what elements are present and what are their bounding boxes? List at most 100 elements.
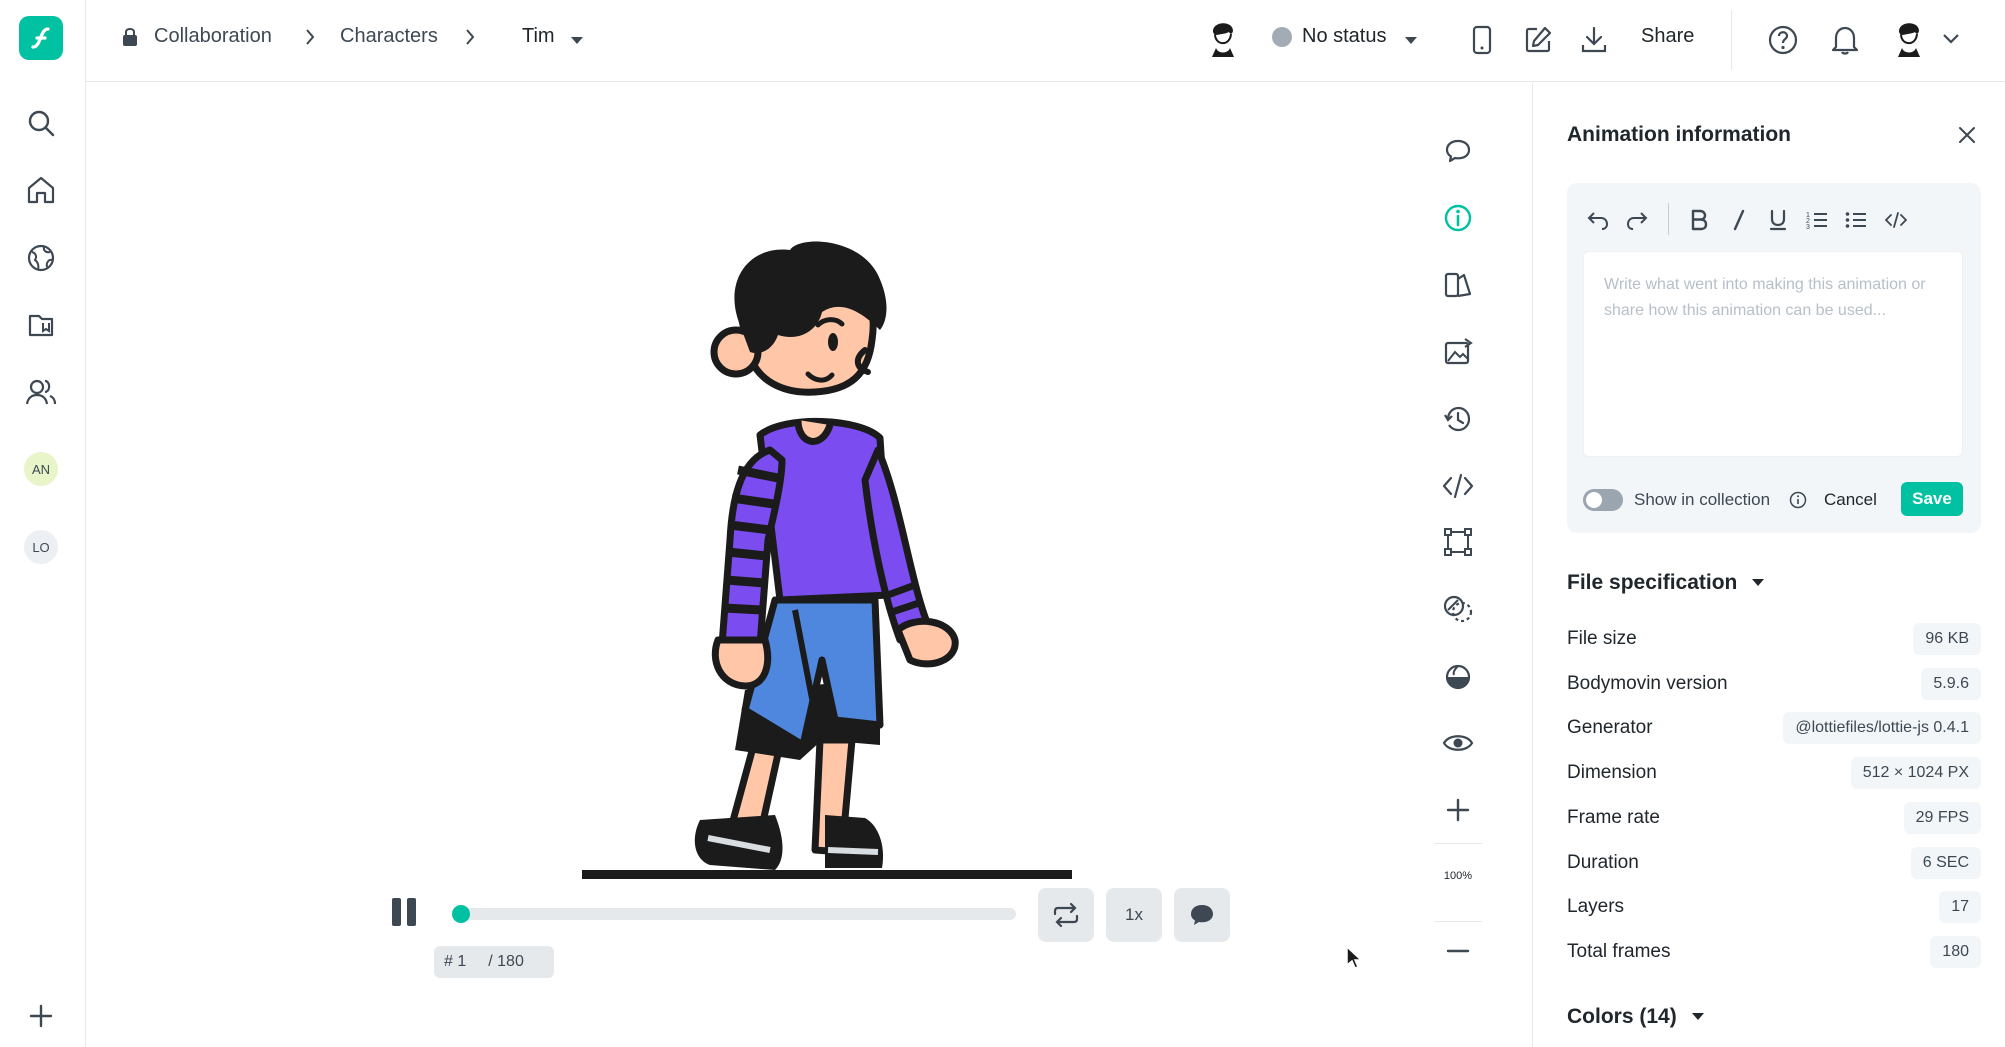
spec-value[interactable]: 5.9.6 <box>1921 667 1981 700</box>
pause-bar <box>407 898 416 926</box>
spec-row: File size 96 KB <box>1567 623 1981 655</box>
underline-icon[interactable] <box>1763 205 1793 235</box>
show-in-collection-label: Show in collection <box>1634 490 1771 509</box>
bold-icon[interactable] <box>1684 205 1714 235</box>
spec-label: File size <box>1567 628 1637 649</box>
svg-text:3: 3 <box>1806 224 1810 230</box>
spec-label: Layers <box>1567 896 1625 918</box>
history-icon[interactable] <box>1430 391 1486 447</box>
character-animation <box>582 241 1072 879</box>
chevron-right-icon <box>464 28 476 51</box>
spec-value[interactable]: 29 FPS <box>1903 801 1981 834</box>
team-icon[interactable] <box>20 371 62 413</box>
show-in-collection-toggle[interactable] <box>1583 489 1623 511</box>
spec-label: Dimension <box>1567 762 1657 784</box>
info-tooltip-icon[interactable] <box>1789 491 1807 514</box>
user-avatar[interactable] <box>1894 18 1924 63</box>
spec-value[interactable]: 512 × 1024 PX <box>1850 757 1981 790</box>
breadcrumb-workspace[interactable]: Collaboration <box>154 25 272 48</box>
spec-row: Generator @lottiefiles/lottie-js 0.4.1 <box>1567 712 1981 745</box>
search-icon[interactable] <box>20 102 62 144</box>
workspace-badge-an[interactable]: AN <box>24 452 58 486</box>
cancel-button[interactable]: Cancel <box>1824 490 1877 510</box>
close-icon[interactable] <box>1953 121 1981 149</box>
notification-bell-icon[interactable] <box>1825 20 1865 60</box>
zoom-in-icon[interactable] <box>1430 782 1486 838</box>
collaborator-avatar[interactable] <box>1208 18 1238 63</box>
frame-counter[interactable]: # 1 / 180 <box>434 946 554 978</box>
file-specification-header[interactable]: File specification <box>1567 571 1765 595</box>
spec-row: Frame rate 29 FPS <box>1567 801 1981 834</box>
spec-value[interactable]: 6 SEC <box>1910 846 1981 879</box>
share-button[interactable]: Share <box>1641 25 1694 48</box>
workspace-badge-lo[interactable]: LO <box>24 530 58 564</box>
description-textarea[interactable] <box>1584 252 1962 456</box>
spec-value[interactable]: 180 <box>1930 935 1981 968</box>
pause-button[interactable] <box>392 898 422 930</box>
description-textarea-wrap <box>1583 251 1963 457</box>
spec-row: Duration 6 SEC <box>1567 846 1981 879</box>
left-sidebar: AN LO <box>0 0 86 1047</box>
home-icon[interactable] <box>20 169 62 211</box>
zoom-out-icon[interactable] <box>1430 923 1486 979</box>
add-icon[interactable] <box>20 995 62 1037</box>
zoom-level[interactable]: 100% <box>1430 848 1486 904</box>
total-frames: / 180 <box>488 953 524 970</box>
shapes-overlay-icon[interactable] <box>1430 581 1486 637</box>
mouse-cursor-icon <box>1346 945 1363 969</box>
status-caret-down-icon[interactable] <box>1404 33 1418 51</box>
loop-button[interactable] <box>1038 888 1094 942</box>
caret-down-icon[interactable] <box>570 33 584 51</box>
caret-down-icon <box>1752 579 1765 586</box>
lottiefiles-logo[interactable] <box>19 16 63 60</box>
italic-icon[interactable] <box>1724 205 1754 235</box>
preview-eye-icon[interactable] <box>1430 715 1486 771</box>
account-chevron-down-icon[interactable] <box>1942 32 1960 50</box>
comment-mode-button[interactable] <box>1174 888 1230 942</box>
spec-row: Total frames 180 <box>1567 935 1981 968</box>
mobile-preview-icon[interactable] <box>1462 20 1502 60</box>
top-bar: Collaboration Characters Tim No status S… <box>86 0 2005 82</box>
spec-value[interactable]: 17 <box>1939 891 1981 924</box>
divider <box>1731 10 1732 70</box>
colors-header[interactable]: Colors (14) <box>1567 1005 1705 1029</box>
spec-row: Dimension 512 × 1024 PX <box>1567 757 1981 790</box>
lock-icon <box>122 27 138 52</box>
progress-slider[interactable] <box>452 905 1016 923</box>
bullet-list-icon[interactable] <box>1841 205 1871 235</box>
redo-icon[interactable] <box>1622 205 1652 235</box>
divider <box>1434 921 1482 922</box>
divider <box>1668 203 1669 235</box>
globe-icon[interactable] <box>20 237 62 279</box>
edit-icon[interactable] <box>1518 20 1558 60</box>
theme-editor-icon[interactable] <box>1430 257 1486 313</box>
code-block-icon[interactable] <box>1881 205 1911 235</box>
download-icon[interactable] <box>1574 20 1614 60</box>
background-color-icon[interactable] <box>1430 648 1486 704</box>
spec-label: Generator <box>1567 717 1653 739</box>
folder-icon[interactable] <box>20 304 62 346</box>
speed-button[interactable]: 1x <box>1106 888 1162 942</box>
comment-icon[interactable] <box>1430 123 1486 179</box>
progress-handle[interactable] <box>452 905 470 923</box>
spec-row: Bodymovin version 5.9.6 <box>1567 667 1981 700</box>
current-frame[interactable]: # 1 <box>444 953 466 971</box>
description-editor: 123 Show in collection Cancel Save <box>1567 183 1981 533</box>
spec-value[interactable]: 96 KB <box>1913 623 1981 655</box>
breadcrumb-folder[interactable]: Characters <box>340 25 438 48</box>
image-preview-icon[interactable] <box>1430 324 1486 380</box>
save-button[interactable]: Save <box>1901 482 1963 516</box>
bounding-box-icon[interactable] <box>1430 514 1486 570</box>
divider <box>1434 843 1482 844</box>
status-label[interactable]: No status <box>1302 25 1386 48</box>
undo-icon[interactable] <box>1583 205 1613 235</box>
spec-label: Total frames <box>1567 940 1671 962</box>
code-icon[interactable] <box>1430 458 1486 514</box>
spec-label: Duration <box>1567 851 1639 873</box>
spec-label: Frame rate <box>1567 806 1660 828</box>
help-icon[interactable] <box>1763 20 1803 60</box>
ordered-list-icon[interactable]: 123 <box>1802 205 1832 235</box>
info-icon[interactable] <box>1430 190 1486 246</box>
spec-value[interactable]: @lottiefiles/lottie-js 0.4.1 <box>1783 712 1981 745</box>
breadcrumb-file[interactable]: Tim <box>522 25 555 48</box>
